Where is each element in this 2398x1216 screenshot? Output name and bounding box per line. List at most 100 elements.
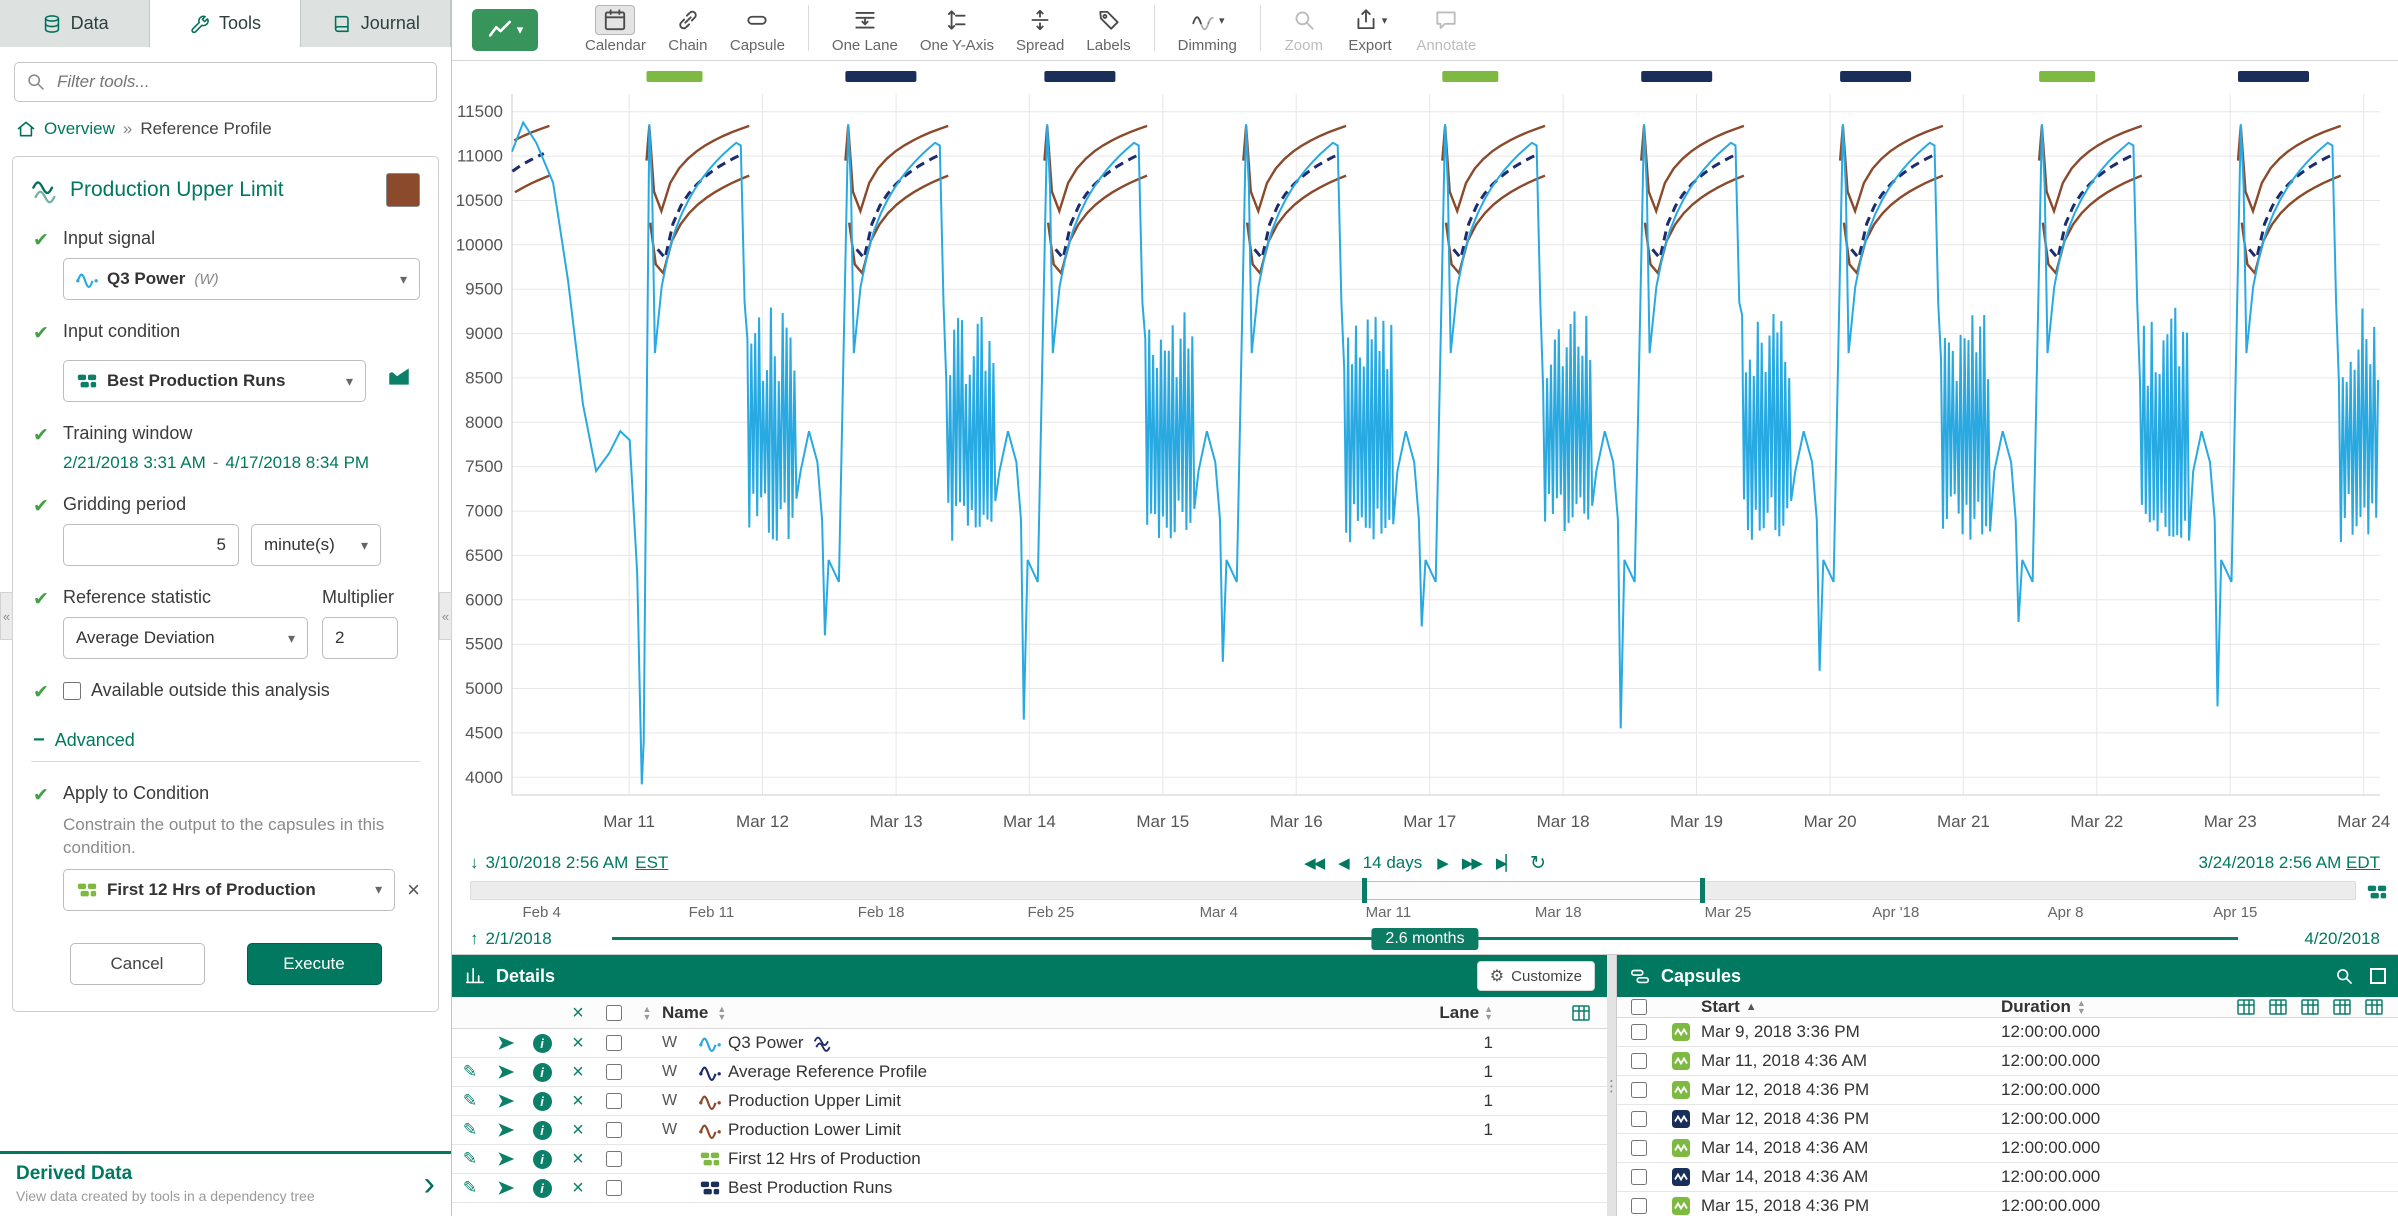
details-table-row[interactable]: ✎i×WAverage Reference Profile1	[452, 1058, 1607, 1087]
send-to-display-icon[interactable]	[497, 1179, 515, 1197]
training-start-link[interactable]: 2/21/2018 3:31 AM	[63, 453, 206, 472]
row-checkbox[interactable]	[606, 1122, 622, 1138]
capsule-table-row[interactable]: Mar 14, 2018 4:36 AM12:00:00.000	[1617, 1163, 2398, 1192]
input-condition-select[interactable]: Best Production Runs ▾	[63, 360, 366, 402]
clear-condition-button[interactable]: ×	[407, 879, 420, 901]
remove-icon[interactable]: ×	[572, 1120, 584, 1140]
export-button[interactable]: ▾Export	[1335, 5, 1406, 54]
training-end-link[interactable]: 4/17/2018 8:34 PM	[225, 453, 369, 472]
capsule-table-row[interactable]: Mar 14, 2018 4:36 AM12:00:00.000	[1617, 1134, 2398, 1163]
capsule-checkbox[interactable]	[1631, 1140, 1647, 1156]
calendar-button[interactable]: Calendar	[574, 5, 657, 54]
investigate-duration[interactable]: 2.6 months	[1371, 928, 1478, 950]
details-table-row[interactable]: ✎i×First 12 Hrs of Production	[452, 1145, 1607, 1174]
table-grid-icon[interactable]	[2300, 997, 2320, 1017]
table-grid-icon[interactable]	[1571, 1003, 1591, 1023]
available-outside-checkbox[interactable]	[63, 682, 81, 700]
sort-icon[interactable]: ▲▼	[717, 1005, 726, 1021]
item-name[interactable]: Best Production Runs	[728, 1178, 1397, 1198]
sort-icon[interactable]: ▲▼	[2077, 999, 2086, 1015]
tab-data[interactable]: Data	[0, 0, 150, 47]
derived-data-footer[interactable]: Derived Data View data created by tools …	[0, 1151, 451, 1216]
item-name[interactable]: First 12 Hrs of Production	[728, 1149, 1397, 1169]
send-to-display-icon[interactable]	[497, 1150, 515, 1168]
start-column-header[interactable]: Start	[1701, 997, 1740, 1017]
table-grid-icon[interactable]	[2236, 997, 2256, 1017]
remove-icon[interactable]: ×	[572, 1149, 584, 1169]
step-back-full-button[interactable]: ◀◀	[1304, 854, 1323, 872]
info-icon[interactable]: i	[533, 1063, 552, 1082]
send-to-display-icon[interactable]	[497, 1034, 515, 1052]
remove-icon[interactable]: ×	[572, 1178, 584, 1198]
details-table-row[interactable]: ✎ i × Best Production Runs	[452, 1174, 1607, 1203]
capsule-checkbox[interactable]	[1631, 1111, 1647, 1127]
step-forward-full-button[interactable]: ▶▶	[1462, 854, 1481, 872]
select-all-capsules-checkbox[interactable]	[1631, 999, 1647, 1015]
capsule-table-row[interactable]: Mar 9, 2018 3:36 PM12:00:00.000	[1617, 1018, 2398, 1047]
capsule-checkbox[interactable]	[1631, 1053, 1647, 1069]
one-y-axis-button[interactable]: One Y-Axis	[909, 5, 1005, 54]
row-checkbox[interactable]	[606, 1064, 622, 1080]
row-checkbox[interactable]	[606, 1180, 622, 1196]
gridding-unit-select[interactable]: minute(s) ▾	[251, 524, 381, 566]
remove-icon[interactable]: ×	[572, 1033, 584, 1053]
timeline-scrubber[interactable]	[470, 881, 2356, 900]
search-capsules-icon[interactable]	[2334, 966, 2354, 986]
capsule-checkbox[interactable]	[1631, 1198, 1647, 1214]
sort-icon[interactable]: ▲▼	[1484, 1005, 1493, 1021]
row-checkbox[interactable]	[606, 1035, 622, 1051]
edit-icon[interactable]: ✎	[463, 1120, 477, 1139]
apply-condition-select[interactable]: First 12 Hrs of Production ▾	[63, 869, 395, 911]
step-forward-half-button[interactable]: ▶	[1437, 854, 1447, 872]
capsule-checkbox[interactable]	[1631, 1169, 1647, 1185]
view-condition-chart-button[interactable]	[378, 356, 420, 398]
color-swatch-button[interactable]	[386, 173, 420, 207]
display-range-start[interactable]: ↓ 3/10/2018 2:56 AM EST	[470, 853, 900, 873]
breadcrumb-overview[interactable]: Overview	[44, 119, 115, 139]
table-grid-icon[interactable]	[2364, 997, 2384, 1017]
capsule-checkbox[interactable]	[1631, 1024, 1647, 1040]
timezone-label[interactable]: EDT	[2346, 853, 2380, 872]
investigate-range-start[interactable]: ↑ 2/1/2018	[470, 929, 552, 949]
spread-button[interactable]: Spread	[1005, 5, 1075, 54]
capsule-table-row[interactable]: Mar 15, 2018 4:36 PM12:00:00.000	[1617, 1192, 2398, 1216]
tab-tools[interactable]: Tools	[150, 0, 300, 47]
send-to-display-icon[interactable]	[497, 1121, 515, 1139]
sort-icon[interactable]: ▲▼	[643, 1005, 652, 1021]
collapse-left-edge-handle[interactable]: «	[0, 592, 13, 640]
duration-label[interactable]: 14 days	[1363, 853, 1423, 873]
name-column-header[interactable]: Name	[662, 1003, 708, 1023]
capsule-table-row[interactable]: Mar 12, 2018 4:36 PM12:00:00.000	[1617, 1105, 2398, 1134]
row-checkbox[interactable]	[606, 1151, 622, 1167]
reference-statistic-select[interactable]: Average Deviation ▾	[63, 617, 308, 659]
item-name[interactable]: Average Reference Profile	[728, 1062, 1397, 1082]
dimming-button[interactable]: ▾Dimming	[1167, 5, 1248, 54]
send-to-display-icon[interactable]	[497, 1092, 515, 1110]
remove-icon[interactable]: ×	[572, 1091, 584, 1111]
select-all-checkbox[interactable]	[606, 1005, 622, 1021]
input-signal-select[interactable]: Q3 Power (W) ▾	[63, 258, 420, 300]
duration-column-header[interactable]: Duration	[2001, 997, 2071, 1017]
details-table-row[interactable]: ✎i×WProduction Lower Limit1	[452, 1116, 1607, 1145]
item-name[interactable]: Production Lower Limit	[728, 1120, 1397, 1140]
capsule-time-icon[interactable]	[2366, 881, 2388, 903]
gridding-period-input[interactable]	[63, 524, 239, 566]
details-table-row[interactable]: ✎i×WProduction Upper Limit1	[452, 1087, 1607, 1116]
info-icon[interactable]: i	[533, 1179, 552, 1198]
step-back-half-button[interactable]: ◀	[1338, 854, 1348, 872]
home-icon[interactable]	[16, 119, 36, 139]
capsule-button[interactable]: Capsule	[719, 5, 796, 54]
send-to-display-icon[interactable]	[497, 1063, 515, 1081]
maximize-panel-icon[interactable]	[2370, 968, 2386, 984]
advanced-toggle[interactable]: − Advanced	[31, 729, 420, 762]
info-icon[interactable]: i	[533, 1092, 552, 1111]
trend-chart[interactable]: 4000450050005500600065007000750080008500…	[452, 61, 2398, 848]
edit-icon[interactable]: ✎	[463, 1178, 477, 1197]
remove-all-icon[interactable]: ×	[560, 1003, 596, 1023]
table-grid-icon[interactable]	[2332, 997, 2352, 1017]
chain-button[interactable]: Chain	[657, 5, 719, 54]
item-name[interactable]: Production Upper Limit	[728, 1091, 1397, 1111]
step-to-end-button[interactable]: ▶▏	[1496, 854, 1515, 872]
info-icon[interactable]: i	[533, 1150, 552, 1169]
capsule-table-row[interactable]: Mar 11, 2018 4:36 AM12:00:00.000	[1617, 1047, 2398, 1076]
